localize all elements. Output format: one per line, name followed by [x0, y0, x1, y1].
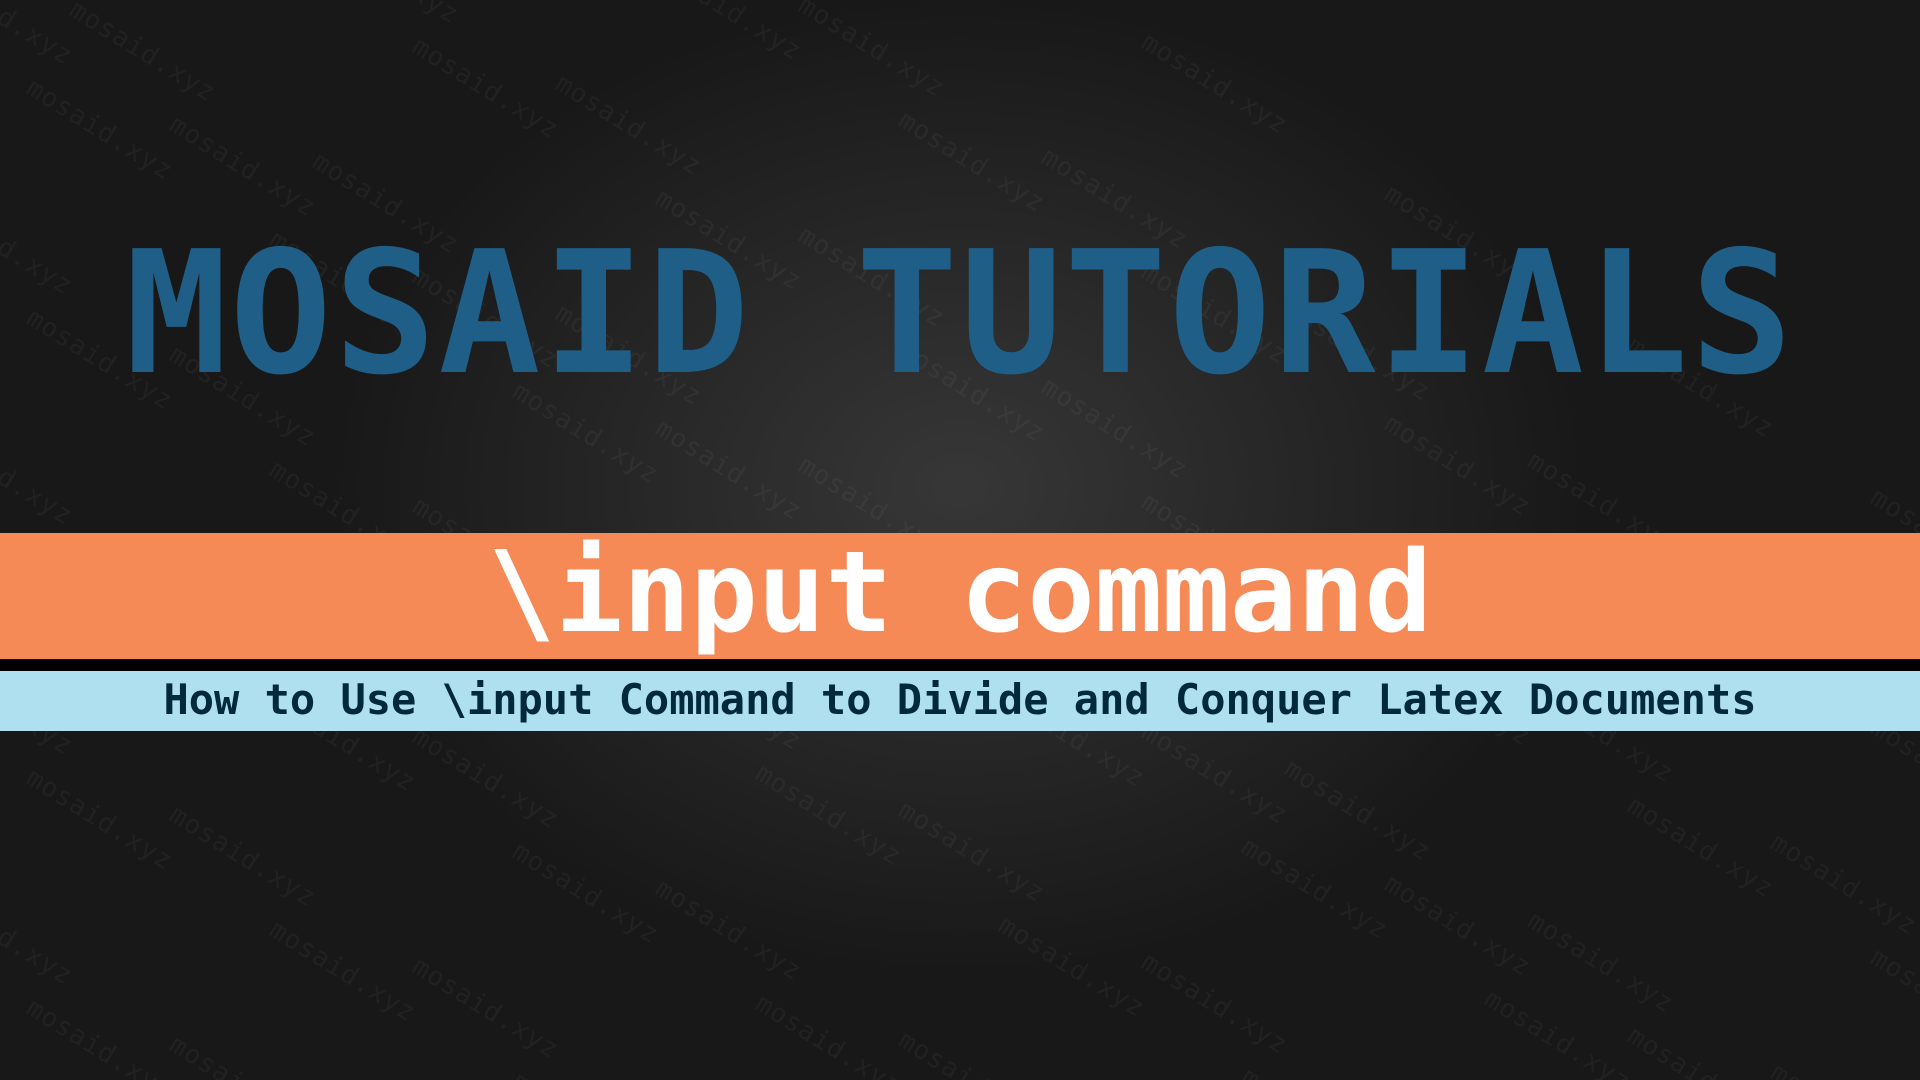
subtitle-band: How to Use \input Command to Divide and … — [0, 669, 1920, 731]
band-group: \input command How to Use \input Command… — [0, 533, 1920, 731]
command-band: \input command — [0, 533, 1920, 659]
band-divider — [0, 659, 1920, 669]
main-title: MOSAID TUTORIALS — [0, 215, 1920, 413]
slide-content: MOSAID TUTORIALS \input command How to U… — [0, 0, 1920, 1080]
